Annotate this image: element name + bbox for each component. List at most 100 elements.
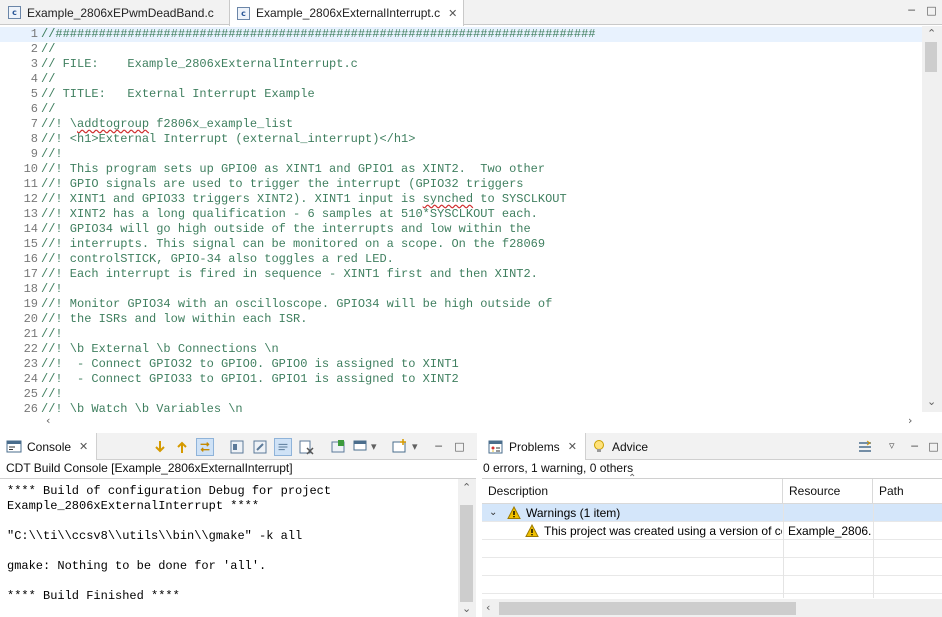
code-line[interactable]: 5// TITLE: External Interrupt Example bbox=[0, 87, 922, 102]
code-line[interactable]: 2// bbox=[0, 42, 922, 57]
pin-console-icon[interactable] bbox=[251, 438, 269, 456]
maximize-icon[interactable]: □ bbox=[453, 440, 466, 453]
code-line[interactable]: 17//! Each interrupt is fired in sequenc… bbox=[0, 267, 922, 282]
code-line[interactable]: 21//! bbox=[0, 327, 922, 342]
clear-console-icon[interactable] bbox=[297, 438, 315, 456]
scrollbar-thumb[interactable] bbox=[499, 602, 796, 615]
scroll-up-icon[interactable]: ⌃ bbox=[927, 28, 936, 40]
code-line[interactable]: 18//! bbox=[0, 282, 922, 297]
scrollbar-thumb[interactable] bbox=[925, 42, 937, 72]
tab-problems[interactable]: Problems ✕ bbox=[482, 433, 586, 460]
console-line: Example_2806xExternalInterrupt **** bbox=[7, 499, 260, 513]
spelling-error-word[interactable]: addtogroup bbox=[77, 117, 149, 131]
code-line[interactable]: 20//! the ISRs and low within each ISR. bbox=[0, 312, 922, 327]
code-line[interactable]: 16//! controlSTICK, GPIO-34 also toggles… bbox=[0, 252, 922, 267]
editor-tab-deadband[interactable]: c Example_2806xEPwmDeadBand.c bbox=[8, 0, 214, 25]
tab-advice[interactable]: Advice bbox=[585, 433, 656, 460]
code-line[interactable]: 25//! bbox=[0, 387, 922, 402]
code-comment: //! Each interrupt is fired in sequence … bbox=[39, 267, 538, 281]
close-tab-icon[interactable]: ✕ bbox=[79, 440, 88, 453]
code-line[interactable]: 26//! \b Watch \b Variables \n bbox=[0, 402, 922, 412]
scrollbar-thumb[interactable] bbox=[460, 505, 473, 602]
scroll-up-icon[interactable]: ⌃ bbox=[462, 482, 471, 494]
code-editor[interactable]: 1//#####################################… bbox=[0, 26, 942, 412]
next-output-icon[interactable] bbox=[151, 438, 169, 456]
code-line[interactable]: 7//! \addtogroup f2806x_example_list bbox=[0, 117, 922, 132]
problems-table[interactable]: Description ⌃ Resource Path ⌄ Warnings (… bbox=[482, 473, 942, 617]
view-menu-icon[interactable]: ▿ bbox=[889, 440, 895, 452]
column-header-path[interactable]: Path bbox=[873, 479, 942, 504]
copy-build-log-icon[interactable] bbox=[228, 438, 246, 456]
display-console-icon[interactable] bbox=[352, 438, 370, 456]
code-line[interactable]: 23//! - Connect GPIO32 to GPIO0. GPIO0 i… bbox=[0, 357, 922, 372]
code-comment: // bbox=[39, 42, 55, 56]
editor-horizontal-scrollbar[interactable]: ‹ › bbox=[38, 412, 922, 432]
scroll-left-icon[interactable]: ‹ bbox=[486, 602, 490, 614]
code-line[interactable]: 4// bbox=[0, 72, 922, 87]
editor-tab-label: Example_2806xEPwmDeadBand.c bbox=[27, 5, 214, 20]
code-line[interactable]: 22//! \b External \b Connections \n bbox=[0, 342, 922, 357]
code-comment: // TITLE: External Interrupt Example bbox=[39, 87, 315, 101]
code-comment: //! - Connect GPIO32 to GPIO0. GPIO0 is … bbox=[39, 357, 459, 371]
close-tab-icon[interactable]: ✕ bbox=[448, 7, 457, 20]
console-vertical-scrollbar[interactable]: ⌃ ⌄ bbox=[458, 479, 476, 617]
minimize-icon[interactable]: ─ bbox=[432, 440, 445, 453]
warning-icon bbox=[525, 524, 539, 537]
code-line[interactable]: 12//! XINT1 and GPIO33 triggers XINT2). … bbox=[0, 192, 922, 207]
code-line[interactable]: 13//! XINT2 has a long qualification - 6… bbox=[0, 207, 922, 222]
code-line[interactable]: 1//#####################################… bbox=[0, 27, 922, 42]
display-console-dropdown-icon[interactable]: ▾ bbox=[371, 441, 377, 453]
code-comment: //! bbox=[39, 147, 63, 161]
code-line[interactable]: 14//! GPIO34 will go high outside of the… bbox=[0, 222, 922, 237]
code-text: //! <h1>External Interrupt (external_int… bbox=[41, 132, 416, 146]
line-number: 5 bbox=[30, 87, 38, 101]
code-line[interactable]: 3// FILE: Example_2806xExternalInterrupt… bbox=[0, 57, 922, 72]
editor-vertical-scrollbar[interactable]: ⌃ ⌄ bbox=[922, 26, 942, 412]
new-console-icon[interactable] bbox=[391, 438, 409, 456]
editor-tab-external-interrupt[interactable]: c Example_2806xExternalInterrupt.c ✕ bbox=[229, 0, 465, 26]
code-line[interactable]: 19//! Monitor GPIO34 with an oscilloscop… bbox=[0, 297, 922, 312]
scroll-right-icon[interactable]: › bbox=[908, 415, 912, 427]
scroll-left-icon[interactable]: ‹ bbox=[46, 415, 50, 427]
line-number: 7 bbox=[30, 117, 38, 131]
maximize-icon[interactable]: □ bbox=[925, 4, 938, 17]
link-output-icon[interactable] bbox=[196, 438, 214, 456]
minimize-icon[interactable]: ─ bbox=[908, 440, 921, 453]
tab-console[interactable]: Console ✕ bbox=[0, 433, 98, 460]
code-text: //! GPIO34 will go high outside of the i… bbox=[41, 222, 531, 236]
line-number: 20 bbox=[23, 312, 38, 326]
console-line: "C:\\ti\\ccsv8\\utils\\bin\\gmake" -k al… bbox=[7, 529, 303, 543]
c-source-file-icon: c bbox=[237, 6, 250, 20]
c-source-file-icon: c bbox=[8, 6, 21, 19]
console-icon bbox=[6, 440, 22, 452]
scroll-down-icon[interactable]: ⌄ bbox=[462, 603, 471, 615]
line-number: 14 bbox=[23, 222, 38, 236]
spelling-error-word[interactable]: synched bbox=[423, 192, 473, 206]
problems-summary: 0 errors, 1 warning, 0 others bbox=[483, 461, 634, 475]
code-text: // TITLE: External Interrupt Example bbox=[41, 87, 315, 101]
previous-output-icon[interactable] bbox=[173, 438, 191, 456]
filter-icon[interactable] bbox=[856, 438, 874, 456]
close-tab-icon[interactable]: ✕ bbox=[568, 440, 577, 453]
column-header-resource[interactable]: Resource bbox=[783, 479, 873, 504]
collapse-icon[interactable]: ⌄ bbox=[489, 504, 497, 521]
code-line[interactable]: 8//! <h1>External Interrupt (external_in… bbox=[0, 132, 922, 147]
code-comment: //! \addtogroup f2806x_example_list bbox=[39, 117, 293, 131]
code-comment: //! bbox=[39, 327, 63, 341]
maximize-icon[interactable]: □ bbox=[927, 440, 940, 453]
scroll-down-icon[interactable]: ⌄ bbox=[927, 396, 936, 408]
line-number: 16 bbox=[23, 252, 38, 266]
code-line[interactable]: 24//! - Connect GPIO33 to GPIO1. GPIO1 i… bbox=[0, 372, 922, 387]
open-console-icon[interactable] bbox=[329, 438, 347, 456]
minimize-icon[interactable]: ─ bbox=[905, 4, 918, 17]
code-comment: //! controlSTICK, GPIO-34 also toggles a… bbox=[39, 252, 394, 266]
console-output[interactable]: **** Build of configuration Debug for pr… bbox=[0, 478, 476, 617]
code-line[interactable]: 9//! bbox=[0, 147, 922, 162]
code-line[interactable]: 10//! This program sets up GPIO0 as XINT… bbox=[0, 162, 922, 177]
code-line[interactable]: 15//! interrupts. This signal can be mon… bbox=[0, 237, 922, 252]
code-line[interactable]: 6// bbox=[0, 102, 922, 117]
new-console-dropdown-icon[interactable]: ▾ bbox=[412, 441, 418, 453]
scroll-lock-icon[interactable] bbox=[274, 438, 292, 456]
code-line[interactable]: 11//! GPIO signals are used to trigger t… bbox=[0, 177, 922, 192]
problems-horizontal-scrollbar[interactable]: ‹ bbox=[482, 599, 942, 617]
